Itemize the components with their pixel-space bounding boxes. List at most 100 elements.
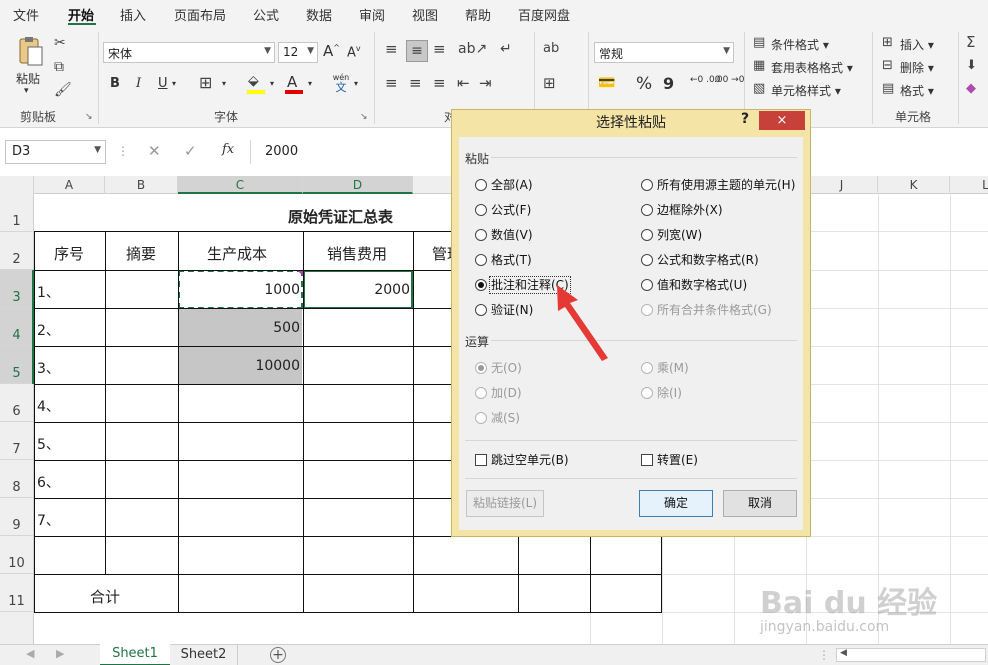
row-header-10[interactable]: 10 [0, 536, 33, 574]
confirm-edit-icon[interactable]: ✓ [184, 142, 197, 160]
insert-cells-button[interactable]: 插入 ▾ [900, 36, 934, 53]
column-header-k[interactable]: K [878, 176, 950, 194]
wrap-text-icon[interactable]: ↵ [500, 42, 512, 56]
shrink-font-button[interactable]: Av [347, 44, 361, 60]
align-top-icon[interactable]: ≡ [385, 42, 398, 57]
increase-indent-icon[interactable]: ⇥ [479, 76, 492, 91]
delete-cells-button[interactable]: 删除 ▾ [900, 59, 934, 76]
sheet-tab-sheet2[interactable]: Sheet2 [170, 645, 238, 665]
row-header-2[interactable]: 2 [0, 232, 33, 270]
delete-cells-icon[interactable]: ⊟ [882, 59, 893, 73]
paste-option-all[interactable]: 全部(A) [475, 178, 533, 192]
cancel-edit-icon[interactable]: ✕ [148, 142, 161, 160]
underline-button[interactable]: U [158, 76, 168, 91]
tab-page-layout[interactable]: 页面布局 [174, 5, 226, 24]
number-format-select[interactable]: 常规 ▼ [594, 42, 734, 63]
row-header-8[interactable]: 8 [0, 460, 33, 498]
transpose-checkbox[interactable]: 转置(E) [641, 453, 698, 467]
copy-icon[interactable]: ⧉ [54, 60, 64, 74]
tab-home[interactable]: 开始 [68, 5, 94, 24]
conditional-formatting-icon[interactable]: ▤ [753, 36, 765, 50]
borders-icon[interactable]: ⊞ [199, 75, 212, 91]
clipboard-launcher-icon[interactable]: ↘ [85, 112, 93, 122]
paste-option-values[interactable]: 数值(V) [475, 228, 533, 242]
tab-formulas[interactable]: 公式 [253, 5, 279, 24]
row-header-7[interactable]: 7 [0, 422, 33, 460]
format-as-table-icon[interactable]: ▦ [753, 59, 765, 73]
tab-review[interactable]: 审阅 [359, 5, 385, 24]
format-cells-icon[interactable]: ▤ [882, 82, 894, 96]
align-right-icon[interactable]: ≡ [433, 76, 446, 91]
tab-file[interactable]: 文件 [13, 5, 39, 24]
cell-d3[interactable]: 2000 [362, 282, 410, 298]
add-sheet-button[interactable]: + [270, 647, 286, 663]
paste-option-values-numbers[interactable]: 值和数字格式(U) [641, 278, 747, 292]
paste-option-no-borders[interactable]: 边框除外(X) [641, 203, 723, 217]
grow-font-button[interactable]: A^ [323, 42, 340, 60]
paste-option-validation[interactable]: 验证(N) [475, 303, 533, 317]
insert-cells-icon[interactable]: ⊞ [882, 36, 893, 50]
percent-style-button[interactable]: % [636, 74, 652, 94]
font-launcher-icon[interactable]: ↘ [360, 112, 368, 122]
paste-button-label[interactable]: 粘贴 [16, 70, 40, 87]
row-header-3[interactable]: 3 [0, 270, 33, 308]
tab-help[interactable]: 帮助 [465, 5, 491, 24]
format-cells-button[interactable]: 格式 ▾ [900, 82, 934, 99]
cell-c3[interactable]: 1000 [262, 282, 300, 298]
comma-style-button[interactable]: 9 [663, 74, 674, 93]
autosum-icon[interactable]: Σ [966, 35, 975, 50]
cell-styles-button[interactable]: 单元格样式 ▾ [771, 82, 841, 99]
bold-button[interactable]: B [110, 76, 120, 91]
cell-c5[interactable]: 10000 [252, 358, 300, 374]
font-size-select[interactable]: 12 ▼ [278, 42, 318, 63]
phonetic-guide-button[interactable]: wén 文 [331, 73, 351, 95]
row-header-4[interactable]: 4 [0, 308, 33, 346]
ok-button[interactable]: 确定 [639, 490, 713, 517]
row-header-1[interactable]: 1 [0, 194, 33, 232]
format-as-table-button[interactable]: 套用表格格式 ▾ [771, 59, 853, 76]
cut-icon[interactable]: ✂ [54, 36, 66, 50]
cell-c4[interactable]: 500 [262, 320, 300, 336]
tab-insert[interactable]: 插入 [120, 5, 146, 24]
row-header-11[interactable]: 11 [0, 574, 33, 612]
column-header-c[interactable]: C [178, 176, 303, 194]
cell-styles-icon[interactable]: ▧ [753, 82, 765, 96]
tab-data[interactable]: 数据 [306, 5, 332, 24]
paste-option-source-theme[interactable]: 所有使用源主题的单元(H) [641, 178, 795, 192]
column-header-j[interactable]: J [806, 176, 878, 194]
sheet-tab-sheet1[interactable]: Sheet1 [100, 644, 170, 665]
decrease-indent-icon[interactable]: ⇤ [457, 76, 470, 91]
column-header-d[interactable]: D [303, 176, 413, 194]
scroll-left-icon[interactable]: ◀ [26, 647, 34, 660]
fill-color-icon[interactable]: ⬙ [248, 74, 259, 88]
column-header-l[interactable]: L [950, 176, 988, 194]
paste-option-column-widths[interactable]: 列宽(W) [641, 228, 702, 242]
merge-center-icon[interactable]: ⊞ [543, 76, 556, 91]
font-name-select[interactable]: 宋体 ▼ [103, 42, 275, 63]
skip-blanks-checkbox[interactable]: 跳过空单元(B) [475, 453, 569, 467]
row-header-5[interactable]: 5 [0, 346, 33, 384]
select-all-corner[interactable] [0, 176, 34, 194]
format-painter-icon[interactable]: 🖌 [54, 83, 72, 97]
column-header-b[interactable]: B [105, 176, 178, 194]
close-button[interactable]: × [759, 111, 805, 130]
align-left-icon[interactable]: ≡ [385, 76, 398, 91]
horizontal-scrollbar[interactable]: ◀ [836, 648, 986, 662]
italic-button[interactable]: I [136, 76, 141, 91]
align-middle-icon[interactable]: ≡ [406, 40, 428, 62]
name-box[interactable]: D3 ▼ [5, 140, 106, 164]
paste-option-formulas-numbers[interactable]: 公式和数字格式(R) [641, 253, 759, 267]
paste-option-formulas[interactable]: 公式(F) [475, 203, 531, 217]
row-header-9[interactable]: 9 [0, 498, 33, 536]
row-header-6[interactable]: 6 [0, 384, 33, 422]
help-button[interactable]: ? [741, 111, 749, 127]
wrap-abc-icon[interactable]: ab [543, 42, 559, 56]
scroll-right-icon[interactable]: ▶ [56, 647, 64, 660]
orientation-icon[interactable]: ab↗ [458, 42, 487, 56]
insert-function-icon[interactable]: fx [222, 142, 234, 157]
conditional-formatting-button[interactable]: 条件格式 ▾ [771, 36, 829, 53]
paste-icon[interactable] [16, 36, 46, 68]
accounting-format-icon[interactable]: 💳 [598, 76, 615, 90]
tab-view[interactable]: 视图 [412, 5, 438, 24]
clear-icon[interactable]: ◆ [966, 82, 976, 96]
